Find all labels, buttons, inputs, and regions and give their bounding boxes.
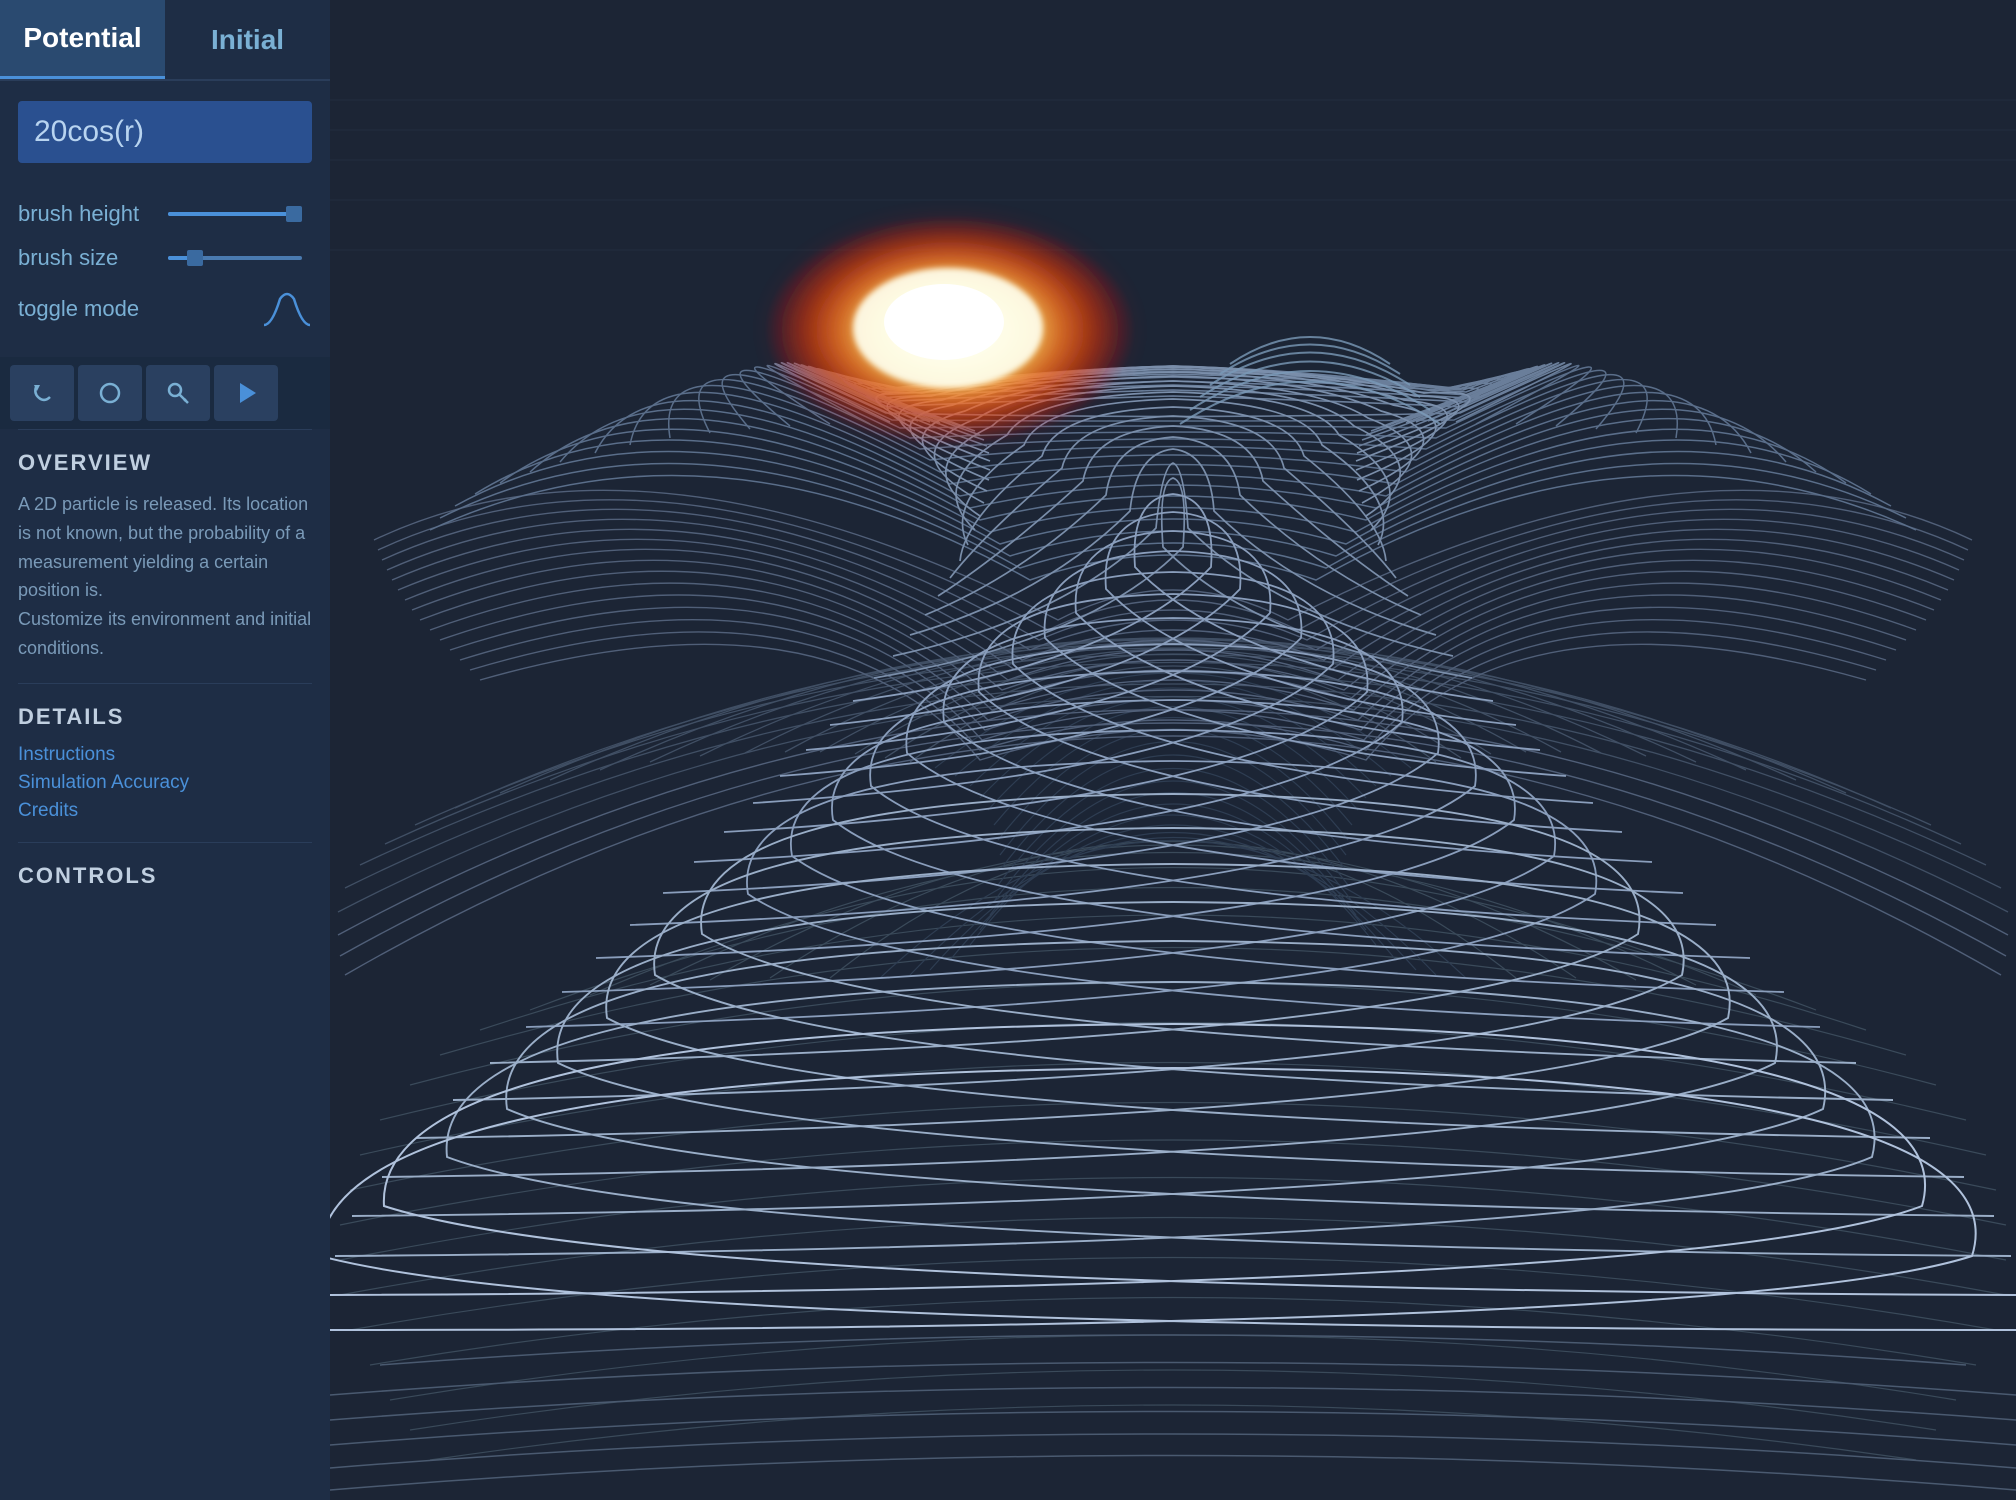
tab-potential[interactable]: Potential [0,0,165,79]
action-bar [0,357,330,429]
formula-input[interactable] [18,101,312,163]
toggle-mode-icon[interactable] [262,289,312,329]
reset-button[interactable] [78,365,142,421]
link-simulation-accuracy[interactable]: Simulation Accuracy [18,772,312,794]
main-view[interactable] [330,0,2016,1500]
details-section: DETAILS Instructions Simulation Accuracy… [0,684,330,842]
brush-height-label: brush height [18,201,158,227]
details-title: DETAILS [18,704,312,730]
link-instructions[interactable]: Instructions [18,744,312,766]
brush-height-fill [168,212,289,216]
sidebar: Potential Initial brush height brush siz… [0,0,330,1500]
overview-title: OVERVIEW [18,450,312,476]
play-button[interactable] [214,365,278,421]
brush-height-row: brush height [18,201,312,227]
brush-height-slider[interactable] [168,212,302,216]
formula-section [0,81,330,173]
link-credits[interactable]: Credits [18,800,312,822]
controls-title-section: CONTROLS [0,843,330,923]
overview-section: OVERVIEW A 2D particle is released. Its … [0,430,330,683]
controls-title: CONTROLS [18,863,312,889]
brush-height-thumb[interactable] [286,206,302,222]
app-container: Potential Initial brush height brush siz… [0,0,2016,1500]
brush-size-label: brush size [18,245,158,271]
tab-initial[interactable]: Initial [165,0,330,79]
toggle-mode-label: toggle mode [18,296,158,322]
brush-size-slider[interactable] [168,256,302,260]
tab-bar: Potential Initial [0,0,330,81]
controls-section: brush height brush size toggle mode [0,173,330,357]
brush-size-row: brush size [18,245,312,271]
overview-text: A 2D particle is released. Its location … [18,490,312,663]
key-button[interactable] [146,365,210,421]
toggle-mode-row: toggle mode [18,289,312,329]
brush-size-thumb[interactable] [187,250,203,266]
undo-button[interactable] [10,365,74,421]
details-links: Instructions Simulation Accuracy Credits [18,744,312,822]
wave-visualization [330,0,2016,1500]
